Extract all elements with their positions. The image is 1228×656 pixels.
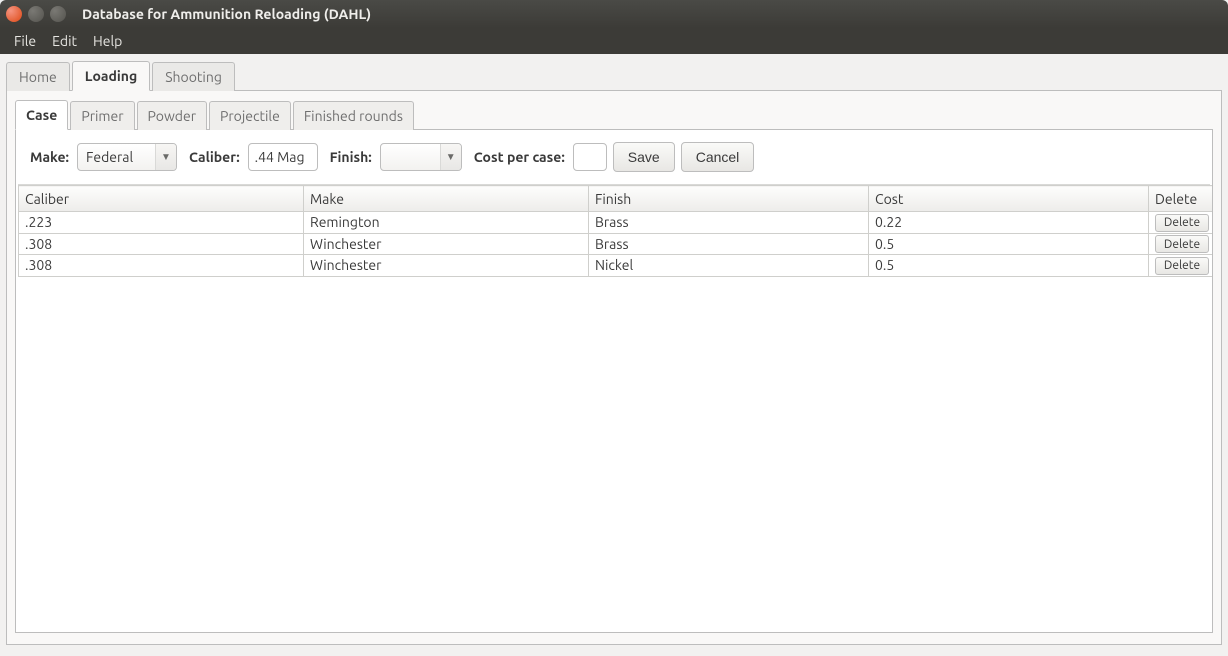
cell-make: Winchester bbox=[304, 233, 589, 255]
titlebar: Database for Ammunition Reloading (DAHL) bbox=[0, 0, 1228, 28]
tab-loading[interactable]: Loading bbox=[72, 61, 150, 91]
col-header-delete[interactable]: Delete bbox=[1149, 186, 1213, 212]
cell-cost: 0.5 bbox=[869, 233, 1149, 255]
cell-finish: Brass bbox=[589, 233, 869, 255]
cost-label: Cost per case: bbox=[474, 149, 565, 165]
finish-combo-value bbox=[381, 144, 441, 170]
cell-make: Winchester bbox=[304, 255, 589, 277]
menu-help[interactable]: Help bbox=[87, 30, 128, 52]
make-combo[interactable]: Federal ▼ bbox=[77, 143, 177, 171]
case-form-row: Make: Federal ▼ Caliber: .44 Mag Finish:… bbox=[16, 142, 1212, 184]
subtab-finished-rounds[interactable]: Finished rounds bbox=[293, 101, 414, 130]
col-header-finish[interactable]: Finish bbox=[589, 186, 869, 212]
cell-finish: Brass bbox=[589, 212, 869, 234]
cell-caliber: .308 bbox=[19, 255, 304, 277]
cell-delete: Delete bbox=[1149, 255, 1213, 277]
minimize-icon[interactable] bbox=[28, 6, 44, 22]
menu-file[interactable]: File bbox=[8, 30, 42, 52]
cancel-button[interactable]: Cancel bbox=[681, 142, 755, 172]
close-icon[interactable] bbox=[6, 6, 22, 22]
finish-combo[interactable]: ▼ bbox=[380, 143, 462, 171]
chevron-down-icon: ▼ bbox=[441, 144, 461, 170]
caliber-label: Caliber: bbox=[189, 149, 240, 165]
table-header-row: Caliber Make Finish Cost Delete bbox=[19, 186, 1213, 212]
loading-panel: Case Primer Powder Projectile Finished r… bbox=[6, 91, 1222, 645]
cell-cost: 0.22 bbox=[869, 212, 1149, 234]
save-button[interactable]: Save bbox=[613, 142, 675, 172]
subtab-case[interactable]: Case bbox=[15, 100, 68, 130]
table-row: .223 Remington Brass 0.22 Delete bbox=[19, 212, 1213, 234]
cell-cost: 0.5 bbox=[869, 255, 1149, 277]
chevron-down-icon: ▼ bbox=[156, 144, 176, 170]
table-row: .308 Winchester Brass 0.5 Delete bbox=[19, 233, 1213, 255]
table-empty-area bbox=[18, 277, 1210, 577]
delete-button[interactable]: Delete bbox=[1155, 214, 1209, 232]
make-combo-value: Federal bbox=[78, 144, 156, 170]
main-tabstrip: Home Loading Shooting bbox=[6, 60, 1222, 91]
make-label: Make: bbox=[30, 149, 69, 165]
cell-finish: Nickel bbox=[589, 255, 869, 277]
col-header-make[interactable]: Make bbox=[304, 186, 589, 212]
cost-input[interactable] bbox=[573, 143, 607, 171]
subtab-projectile[interactable]: Projectile bbox=[209, 101, 291, 130]
caliber-input[interactable]: .44 Mag bbox=[248, 143, 318, 171]
window-title: Database for Ammunition Reloading (DAHL) bbox=[82, 6, 371, 22]
cell-caliber: .223 bbox=[19, 212, 304, 234]
menu-edit[interactable]: Edit bbox=[46, 30, 83, 52]
cell-delete: Delete bbox=[1149, 233, 1213, 255]
col-header-caliber[interactable]: Caliber bbox=[19, 186, 304, 212]
subtab-powder[interactable]: Powder bbox=[137, 101, 207, 130]
col-header-cost[interactable]: Cost bbox=[869, 186, 1149, 212]
maximize-icon[interactable] bbox=[50, 6, 66, 22]
case-panel: Make: Federal ▼ Caliber: .44 Mag Finish:… bbox=[15, 130, 1213, 633]
subtab-primer[interactable]: Primer bbox=[70, 101, 134, 130]
cell-make: Remington bbox=[304, 212, 589, 234]
delete-button[interactable]: Delete bbox=[1155, 257, 1209, 275]
case-table: Caliber Make Finish Cost Delete .223 Rem… bbox=[18, 185, 1213, 277]
menubar: File Edit Help bbox=[0, 28, 1228, 54]
tab-shooting[interactable]: Shooting bbox=[152, 62, 235, 91]
delete-button[interactable]: Delete bbox=[1155, 235, 1209, 253]
table-row: .308 Winchester Nickel 0.5 Delete bbox=[19, 255, 1213, 277]
finish-label: Finish: bbox=[330, 149, 372, 165]
content-area: Home Loading Shooting Case Primer Powder… bbox=[0, 54, 1228, 656]
case-table-wrap: Caliber Make Finish Cost Delete .223 Rem… bbox=[18, 184, 1210, 577]
sub-tabstrip: Case Primer Powder Projectile Finished r… bbox=[15, 99, 1213, 130]
cell-delete: Delete bbox=[1149, 212, 1213, 234]
cell-caliber: .308 bbox=[19, 233, 304, 255]
tab-home[interactable]: Home bbox=[6, 62, 70, 91]
